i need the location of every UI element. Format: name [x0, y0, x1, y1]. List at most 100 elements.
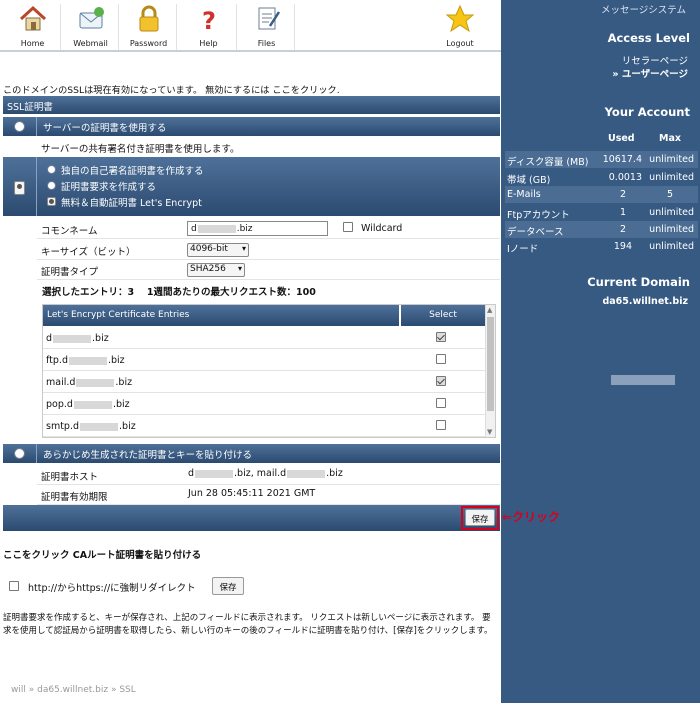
ssl-status-text: このドメインのSSLは現在有効になっています。 無効にするには — [3, 85, 273, 96]
scroll-down-icon[interactable]: ▼ — [487, 428, 492, 436]
stat-used: 0.0013 — [608, 172, 642, 183]
common-name-input[interactable]: d .biz — [187, 221, 328, 236]
message-system-link[interactable]: メッセージシステム — [601, 2, 686, 16]
server-cert-option[interactable]: サーバーの証明書を使用する — [3, 117, 500, 136]
stat-used: 2 — [619, 224, 626, 235]
redirect-save-button[interactable]: 保存 — [212, 577, 244, 595]
stat-used: 10617.4 — [602, 154, 642, 165]
paste-cert-label: あらかじめ生成された証明書とキーを貼り付ける — [43, 450, 253, 461]
user-page-link[interactable]: » ユーザーページ — [612, 66, 688, 80]
toolbar-password[interactable]: Password — [121, 4, 177, 50]
cert-host-part: .biz — [326, 468, 343, 479]
breadcrumb-domain[interactable]: da65.willnet.biz — [37, 685, 108, 695]
toolbar-help[interactable]: ? Help — [181, 4, 237, 50]
common-name-suffix: .biz — [236, 224, 253, 234]
entry-checkbox[interactable] — [436, 354, 446, 364]
cert-host-label: 証明書ホスト — [41, 472, 99, 483]
entry-domain-suffix: .biz — [92, 333, 109, 344]
help-icon: ? — [202, 7, 216, 34]
breadcrumb-user[interactable]: will — [11, 685, 26, 695]
sidebar: メッセージシステム Access Level リセラーページ » ユーザーページ… — [501, 0, 700, 703]
max-header: Max — [659, 133, 681, 144]
redacted-text — [197, 224, 236, 233]
lock-icon — [139, 5, 158, 32]
cert-host-part: d — [188, 468, 195, 479]
lets-encrypt-radio[interactable] — [47, 197, 56, 206]
toolbar-help-label: Help — [199, 39, 218, 48]
files-icon — [258, 7, 280, 30]
common-name-prefix: d — [191, 224, 197, 234]
scroll-up-icon[interactable]: ▲ — [487, 306, 492, 314]
stat-max: unlimited — [649, 224, 694, 235]
force-redirect-checkbox[interactable] — [9, 581, 19, 591]
ssl-status-message: このドメインのSSLは現在有効になっています。 無効にするには ここをクリック. — [3, 82, 340, 96]
stat-label: データベース — [507, 227, 564, 238]
option-self-signed-label: 独自の自己署名証明書を作成する — [61, 166, 204, 177]
paste-cert-option[interactable]: あらかじめ生成された証明書とキーを貼り付ける — [3, 444, 500, 463]
option-lets-encrypt[interactable]: 無料＆自動証明書 Let's Encrypt — [47, 195, 204, 211]
entry-checkbox[interactable] — [436, 332, 446, 342]
current-domain-link[interactable]: da65.willnet.biz — [602, 296, 688, 307]
force-redirect-label: http://からhttps://に強制リダイレクト — [28, 583, 196, 594]
toolbar-files-label: Files — [257, 39, 276, 48]
cert-type-select[interactable]: SHA256 ▾ — [187, 263, 245, 277]
entry-domain-prefix: d — [46, 333, 53, 344]
table-row: ftp.d .biz — [43, 349, 487, 371]
server-cert-radio[interactable] — [14, 121, 25, 132]
help-text: 証明書要求を作成すると、キーが保存され、上記のフィールドに表示されます。 リクエ… — [3, 613, 493, 636]
option-cert-request[interactable]: 証明書要求を作成する — [47, 179, 204, 195]
create-cert-radio[interactable] — [14, 181, 25, 195]
wildcard-label: Wildcard — [361, 223, 403, 234]
entry-domain: mail.d .biz — [46, 377, 132, 388]
svg-text:?: ? — [202, 7, 216, 34]
disable-ssl-link[interactable]: ここをクリック — [272, 85, 336, 96]
toolbar-files[interactable]: Files — [239, 4, 295, 50]
cert-request-radio[interactable] — [47, 181, 56, 190]
cert-type-value: SHA256 — [190, 264, 226, 274]
entry-domain-prefix: smtp.d — [46, 421, 80, 432]
table-row: pop.d .biz — [43, 393, 487, 415]
paste-cert-radio-cell — [3, 444, 37, 463]
wildcard-checkbox[interactable] — [343, 222, 353, 232]
stat-label: Ftpアカウント — [507, 210, 570, 221]
chevron-down-icon: ▾ — [241, 244, 246, 253]
reseller-page-link[interactable]: リセラーページ — [622, 53, 688, 67]
entries-scrollbar[interactable]: ▲ ▼ — [485, 305, 495, 437]
self-signed-radio[interactable] — [47, 165, 56, 174]
entry-domain: pop.d .biz — [46, 399, 130, 410]
breadcrumb: will » da65.willnet.biz » SSL — [11, 685, 136, 695]
cert-type-label: 証明書タイプ — [41, 267, 99, 278]
entry-domain-prefix: ftp.d — [46, 355, 68, 366]
table-row: mail.d .biz — [43, 371, 487, 393]
entry-checkbox[interactable] — [436, 376, 446, 386]
main-content: Home Webmail Password ? Help Files Logou… — [0, 0, 501, 703]
redacted-text — [73, 400, 112, 409]
toolbar-webmail[interactable]: Webmail — [63, 4, 119, 50]
scroll-thumb[interactable] — [487, 317, 494, 411]
webmail-icon — [79, 7, 104, 29]
breadcrumb-ssl: SSL — [119, 685, 136, 695]
toolbar-home[interactable]: Home — [5, 4, 61, 50]
current-domain-title: Current Domain — [587, 275, 690, 289]
stat-label: E-Mails — [507, 189, 541, 200]
stat-label: Iノード — [507, 244, 539, 255]
star-icon — [445, 4, 475, 33]
your-account-title: Your Account — [604, 105, 690, 119]
table-row: d .biz — [43, 327, 487, 349]
entry-domain: ftp.d .biz — [46, 355, 125, 366]
paste-cert-radio[interactable] — [14, 448, 25, 459]
key-size-select[interactable]: 4096-bit ▾ — [187, 243, 249, 257]
entry-checkbox[interactable] — [436, 420, 446, 430]
toolbar-logout[interactable]: Logout — [432, 4, 488, 50]
option-cert-request-label: 証明書要求を作成する — [61, 182, 157, 193]
entry-checkbox[interactable] — [436, 398, 446, 408]
entry-domain-suffix: .biz — [107, 355, 125, 366]
key-size-value: 4096-bit — [190, 244, 228, 254]
save-button[interactable]: 保存 — [465, 509, 495, 526]
stat-row-ftp: Ftpアカウント 1 unlimited — [505, 204, 698, 221]
entry-domain-prefix: pop.d — [46, 399, 73, 410]
option-self-signed[interactable]: 独自の自己署名証明書を作成する — [47, 163, 204, 179]
stat-row-bandwidth: 帯域 (GB) 0.0013 unlimited — [505, 169, 698, 186]
cert-expiry-row: 証明書有効期限 Jun 28 05:45:11 2021 GMT — [37, 485, 500, 505]
ca-root-link[interactable]: ここをクリック CAルート証明書を貼り付ける — [3, 547, 201, 561]
